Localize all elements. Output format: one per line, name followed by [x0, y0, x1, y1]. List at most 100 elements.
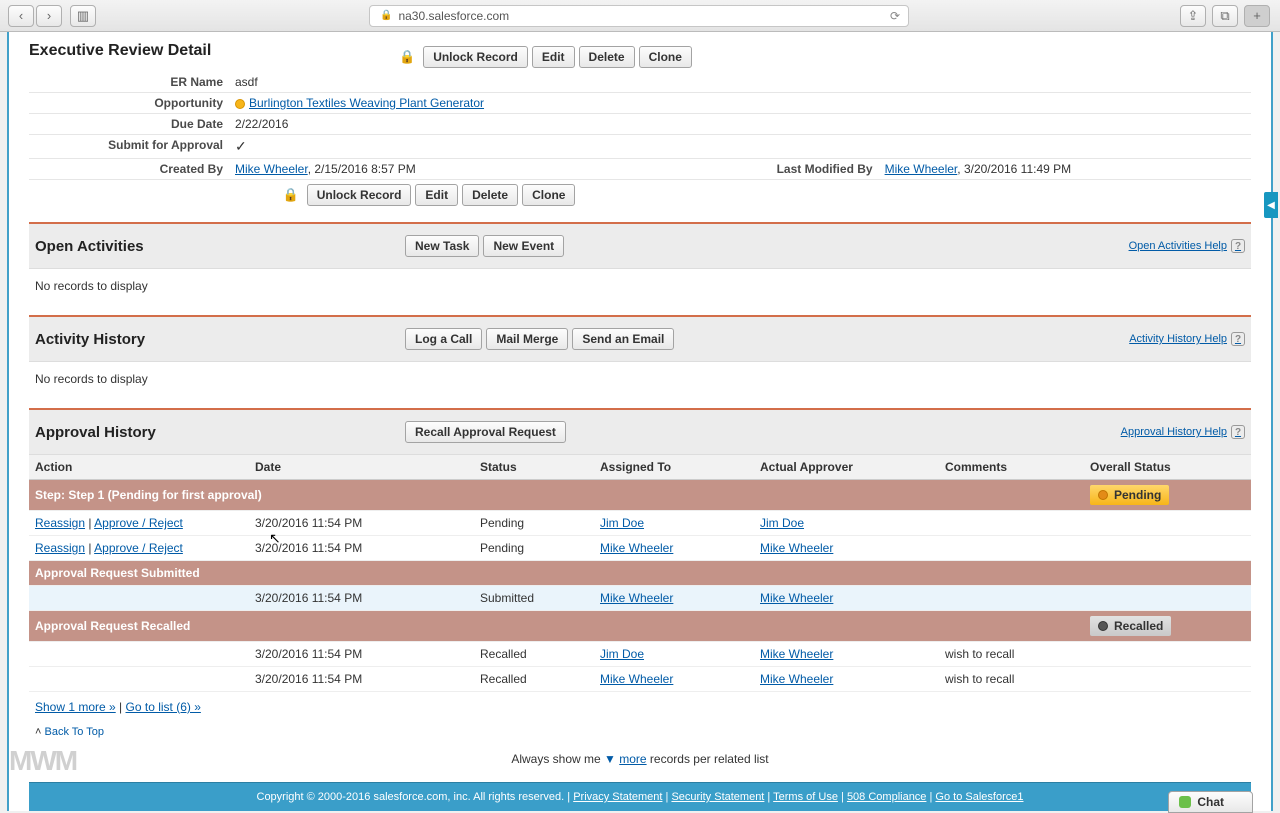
recalled-row-header: Approval Request Recalled Recalled	[29, 611, 1251, 642]
detail-button-row-bottom: 🔒 Unlock Record Edit Delete Clone	[229, 180, 629, 210]
activity-history-help-link[interactable]: Activity History Help?	[1129, 332, 1245, 346]
label-due-date: Due Date	[29, 114, 229, 135]
footer-link[interactable]: Privacy Statement	[573, 791, 662, 803]
approve-reject-link[interactable]: Approve / Reject	[94, 541, 183, 555]
assigned-link[interactable]: Mike Wheeler	[600, 672, 673, 686]
recall-approval-button[interactable]: Recall Approval Request	[405, 421, 566, 443]
approver-link[interactable]: Jim Doe	[760, 516, 804, 530]
footer-link[interactable]: Security Statement	[671, 791, 764, 803]
padlock-icon: 🔒	[283, 187, 299, 203]
open-activities-body: No records to display	[29, 269, 1251, 303]
send-email-button[interactable]: Send an Email	[572, 328, 674, 350]
lock-icon: 🔒	[380, 10, 392, 21]
list-pagination: Show 1 more » | Go to list (6) »	[29, 692, 1251, 722]
always-show-row: Always show me ▼ more records per relate…	[29, 746, 1251, 772]
modified-by-link[interactable]: Mike Wheeler	[885, 162, 958, 176]
edit-button[interactable]: Edit	[532, 46, 575, 68]
back-to-top-link[interactable]: Back To Top	[44, 726, 104, 738]
table-row: 3/20/2016 11:54 PM Recalled Jim Doe Mike…	[29, 642, 1251, 667]
side-expand-tab[interactable]: ◀	[1264, 192, 1278, 218]
table-row: 3/20/2016 11:54 PM Submitted Mike Wheele…	[29, 586, 1251, 611]
unlock-record-button[interactable]: Unlock Record	[307, 184, 412, 206]
edit-button[interactable]: Edit	[415, 184, 458, 206]
new-event-button[interactable]: New Event	[483, 235, 564, 257]
approval-history-title: Approval History	[35, 424, 405, 441]
page-content: ◀ Executive Review Detail 🔒 Unlock Recor…	[7, 32, 1273, 811]
forward-button[interactable]: ›	[36, 5, 62, 27]
clone-button[interactable]: Clone	[639, 46, 692, 68]
address-bar[interactable]: 🔒 na30.salesforce.com ⟳	[369, 5, 909, 27]
reassign-link[interactable]: Reassign	[35, 516, 85, 530]
help-icon: ?	[1231, 239, 1245, 253]
assigned-link[interactable]: Mike Wheeler	[600, 591, 673, 605]
back-button[interactable]: ‹	[8, 5, 34, 27]
browser-toolbar: ‹ › ▥ 🔒 na30.salesforce.com ⟳ ⇪ ⧉ +	[0, 0, 1280, 32]
created-by-date: , 2/15/2016 8:57 PM	[308, 162, 416, 176]
sidebar-toggle-button[interactable]: ▥	[70, 5, 96, 27]
approval-history-help-link[interactable]: Approval History Help?	[1121, 425, 1245, 439]
label-modified-by: Last Modified By	[719, 159, 879, 180]
approver-link[interactable]: Mike Wheeler	[760, 672, 833, 686]
table-row: 3/20/2016 11:54 PM Recalled Mike Wheeler…	[29, 667, 1251, 692]
modified-by-date: , 3/20/2016 11:49 PM	[957, 162, 1071, 176]
delete-button[interactable]: Delete	[462, 184, 518, 206]
detail-button-row-top: 🔒 Unlock Record Edit Delete Clone	[399, 42, 692, 72]
value-er-name: asdf	[229, 72, 719, 93]
delete-button[interactable]: Delete	[579, 46, 635, 68]
tabs-button[interactable]: ⧉	[1212, 5, 1238, 27]
approval-history-header: Approval History Recall Approval Request…	[29, 410, 1251, 455]
approver-link[interactable]: Mike Wheeler	[760, 541, 833, 555]
label-er-name: ER Name	[29, 72, 229, 93]
page-footer: Copyright © 2000-2016 salesforce.com, in…	[29, 782, 1251, 811]
clone-button[interactable]: Clone	[522, 184, 575, 206]
col-action: Action	[29, 455, 249, 480]
open-activities-title: Open Activities	[35, 238, 405, 255]
watermark: MWM	[9, 745, 76, 777]
value-due-date: 2/22/2016	[229, 114, 719, 135]
footer-link[interactable]: Terms of Use	[773, 791, 838, 803]
url-text: na30.salesforce.com	[398, 9, 509, 23]
dropdown-caret-icon[interactable]: ▼	[604, 752, 619, 766]
approve-reject-link[interactable]: Approve / Reject	[94, 516, 183, 530]
open-activities-header: Open Activities New Task New Event Open …	[29, 224, 1251, 269]
label-created-by: Created By	[29, 159, 229, 180]
new-task-button[interactable]: New Task	[405, 235, 479, 257]
padlock-icon: 🔒	[399, 49, 415, 65]
created-by-link[interactable]: Mike Wheeler	[235, 162, 308, 176]
table-row: Reassign | Approve / Reject 3/20/2016 11…	[29, 536, 1251, 561]
show-more-link[interactable]: Show 1 more »	[35, 700, 116, 714]
col-comments: Comments	[939, 455, 1084, 480]
new-tab-button[interactable]: +	[1244, 5, 1270, 27]
chat-tab[interactable]: Chat	[1168, 791, 1253, 813]
col-date: Date	[249, 455, 474, 480]
activity-history-header: Activity History Log a Call Mail Merge S…	[29, 317, 1251, 362]
assigned-link[interactable]: Mike Wheeler	[600, 541, 673, 555]
open-activities-help-link[interactable]: Open Activities Help?	[1129, 239, 1245, 253]
assigned-link[interactable]: Jim Doe	[600, 516, 644, 530]
col-approver: Actual Approver	[754, 455, 939, 480]
activity-history-title: Activity History	[35, 331, 405, 348]
approver-link[interactable]: Mike Wheeler	[760, 647, 833, 661]
status-recalled-badge: Recalled	[1090, 616, 1171, 636]
step-row: Step: Step 1 (Pending for first approval…	[29, 480, 1251, 511]
chat-icon	[1179, 796, 1191, 808]
col-status: Status	[474, 455, 594, 480]
footer-link[interactable]: Go to Salesforce1	[935, 791, 1023, 803]
unlock-record-button[interactable]: Unlock Record	[423, 46, 528, 68]
assigned-link[interactable]: Jim Doe	[600, 647, 644, 661]
footer-link[interactable]: 508 Compliance	[847, 791, 927, 803]
reload-icon[interactable]: ⟳	[890, 9, 900, 23]
reassign-link[interactable]: Reassign	[35, 541, 85, 555]
table-row: Reassign | Approve / Reject 3/20/2016 11…	[29, 511, 1251, 536]
more-link[interactable]: more	[619, 752, 646, 766]
approver-link[interactable]: Mike Wheeler	[760, 591, 833, 605]
status-pending-badge: Pending	[1090, 485, 1169, 505]
approval-history-table: Action Date Status Assigned To Actual Ap…	[29, 455, 1251, 692]
log-call-button[interactable]: Log a Call	[405, 328, 482, 350]
label-opportunity: Opportunity	[29, 93, 229, 114]
mail-merge-button[interactable]: Mail Merge	[486, 328, 568, 350]
caret-up-icon: ˄	[35, 726, 44, 738]
share-button[interactable]: ⇪	[1180, 5, 1206, 27]
opportunity-link[interactable]: Burlington Textiles Weaving Plant Genera…	[249, 96, 484, 110]
go-to-list-link[interactable]: Go to list (6) »	[126, 700, 201, 714]
